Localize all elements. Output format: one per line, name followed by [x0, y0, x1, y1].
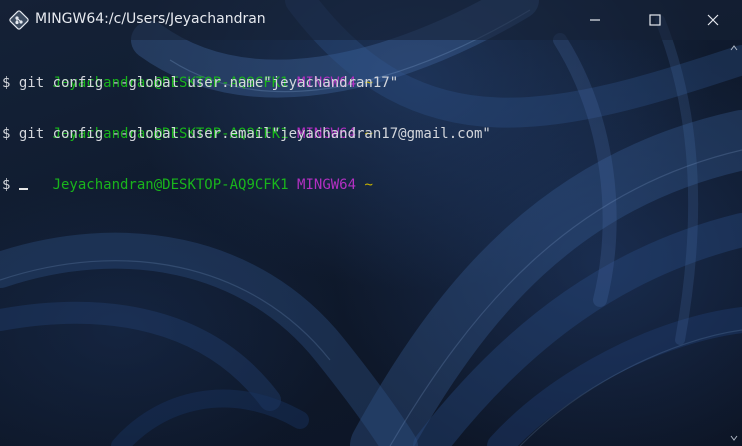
prompt-line: Jeyachandran@DESKTOP-AQ9CFK1 MINGW64 ~	[2, 109, 373, 142]
maximize-icon	[649, 11, 661, 30]
scrollbar[interactable]	[726, 40, 742, 446]
close-icon	[707, 11, 719, 30]
title-bar[interactable]: MINGW64:/c/Users/Jeyachandran	[0, 0, 742, 40]
command-line: $ git config --global user.email"jeyacha…	[2, 126, 491, 142]
terminal-window: MINGW64:/c/Users/Jeyachandran Jeyachandr…	[0, 0, 742, 446]
prompt-shell: MINGW64	[297, 177, 357, 193]
prompt-line: Jeyachandran@DESKTOP-AQ9CFK1 MINGW64 ~	[2, 58, 373, 91]
git-bash-icon	[9, 10, 29, 30]
close-button[interactable]	[684, 0, 742, 40]
window-title: MINGW64:/c/Users/Jeyachandran	[35, 11, 266, 27]
input-line[interactable]: $	[2, 177, 28, 194]
terminal-output[interactable]: Jeyachandran@DESKTOP-AQ9CFK1 MINGW64 ~ $…	[0, 48, 728, 438]
input-prompt: $	[2, 177, 19, 193]
prompt-path: ~	[364, 177, 373, 193]
scroll-down-icon	[730, 435, 738, 441]
command-line: $ git config --global user.name"jeyachan…	[2, 75, 399, 91]
minimize-button[interactable]	[566, 0, 624, 40]
prompt-line: Jeyachandran@DESKTOP-AQ9CFK1 MINGW64 ~	[2, 160, 373, 193]
maximize-button[interactable]	[626, 0, 684, 40]
scroll-up-icon	[730, 45, 738, 51]
text-cursor	[18, 188, 28, 190]
prompt-user: Jeyachandran@DESKTOP-AQ9CFK1	[52, 177, 289, 193]
minimize-icon	[589, 11, 601, 30]
